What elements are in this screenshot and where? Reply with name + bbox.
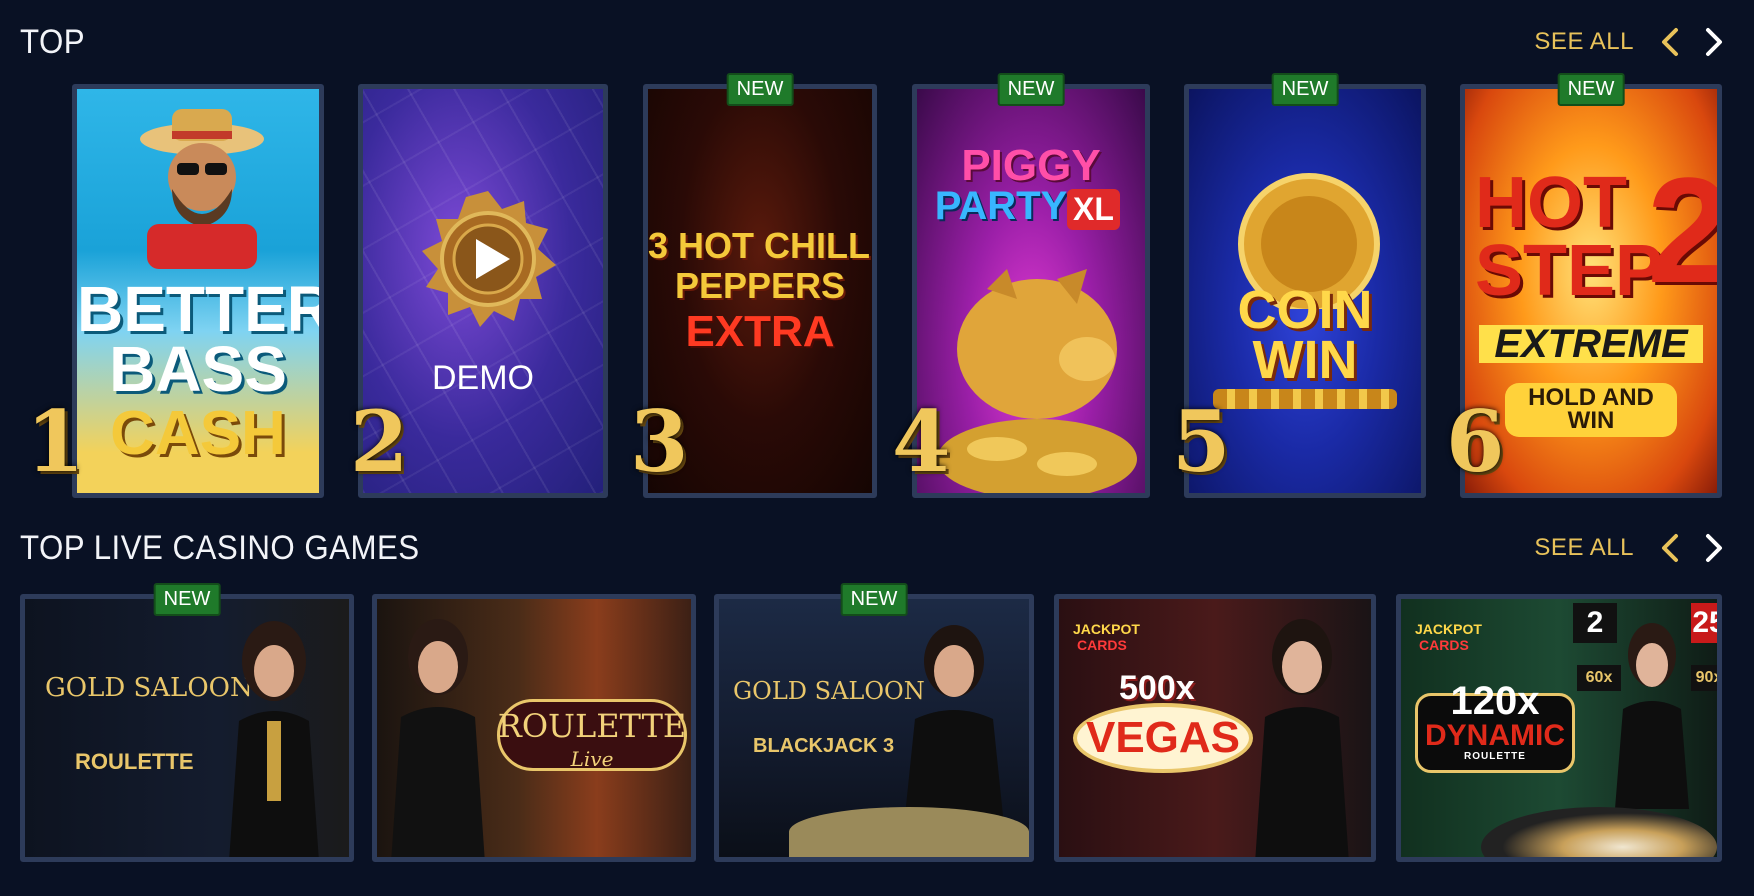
see-all-link-top[interactable]: SEE ALL [1534, 28, 1634, 56]
logo-line: WIN [1252, 330, 1358, 390]
logo-line: ROULETTE [1464, 751, 1526, 762]
logo-line: DYNAMIC [1425, 719, 1565, 752]
live-card-gold-saloon-roulette[interactable]: NEW GOLD SALOON ROULETTE [20, 583, 354, 862]
rank-number: 4 [892, 392, 951, 491]
logo-line: JACKPOT [1073, 621, 1140, 637]
logo-line: ROULETTE [497, 707, 687, 745]
logo-line: JACKPOT [1415, 621, 1482, 637]
logo-line: BASS [109, 333, 287, 405]
logo-line: 120x [1450, 679, 1540, 723]
live-card-vegas-500x[interactable]: JACKPOT CARDS 500x VEGAS [1054, 594, 1376, 862]
fisherman-illustration [140, 109, 264, 269]
blackjack-table [789, 807, 1029, 857]
logo-line: STEP [1475, 231, 1664, 311]
new-badge: NEW [997, 73, 1065, 106]
game-artwork: JACKPOT CARDS 500x VEGAS [1059, 599, 1371, 857]
game-artwork: ROULETTE Live [377, 599, 691, 857]
dealer-illustration [1255, 619, 1349, 857]
logo-line: HOT [1475, 163, 1627, 243]
play-icon[interactable] [418, 189, 558, 329]
next-arrow-top[interactable] [1696, 24, 1732, 60]
coin-stack-decoration [1213, 389, 1397, 409]
logo-line: XL [1067, 189, 1120, 230]
new-badge: NEW [153, 583, 221, 616]
prev-arrow-top[interactable] [1652, 24, 1688, 60]
prev-arrow-live[interactable] [1652, 530, 1688, 566]
logo-line: PIGGY [961, 141, 1101, 190]
game-artwork: GOLD SALOON ROULETTE [25, 599, 349, 857]
logo-line: ROULETTE [75, 749, 194, 774]
logo-line: Live [570, 747, 614, 771]
next-arrow-live[interactable] [1696, 530, 1732, 566]
logo-line: BLACKJACK 3 [753, 735, 895, 757]
top-section-actions: SEE ALL [1534, 24, 1732, 60]
see-all-link-live[interactable]: SEE ALL [1534, 534, 1634, 562]
rank-number: 3 [630, 392, 689, 491]
logo-line: CASH [110, 399, 286, 468]
new-badge: NEW [1557, 73, 1625, 106]
dealer-illustration [391, 619, 485, 857]
rank-number: 1 [26, 392, 85, 491]
rank-number: 6 [1446, 392, 1505, 491]
game-card-better-bass-cash[interactable]: BETTER BASS CASH [72, 84, 324, 498]
rank-number: 5 [1172, 392, 1231, 491]
logo-line: 3 HOT CHILLI [648, 225, 872, 266]
logo-line: EXTREME [1479, 324, 1703, 364]
logo-line: CARDS [1077, 637, 1127, 653]
section-title-top: TOP [20, 22, 86, 61]
dealer-illustration [229, 621, 319, 857]
chevron-left-icon [1662, 28, 1678, 56]
rank-number: 2 [350, 392, 409, 491]
game-artwork: PIGGY PARTY XL [917, 89, 1145, 493]
chevron-right-icon [1706, 28, 1722, 56]
game-artwork: JACKPOT CARDS 120x DYNAMIC ROULETTE 2 60… [1401, 599, 1717, 857]
live-card-gold-saloon-blackjack[interactable]: NEW GOLD SALOON BLACKJACK 3 [714, 583, 1034, 862]
new-badge: NEW [840, 583, 908, 616]
new-badge: NEW [726, 73, 794, 106]
logo-line: BETTER [77, 273, 319, 345]
section-title-live: TOP LIVE CASINO GAMES [20, 528, 420, 567]
piggy-bank-illustration [937, 269, 1137, 493]
logo-line: CARDS [1419, 637, 1469, 653]
logo-line: VEGAS [1085, 713, 1241, 762]
live-card-dynamic-roulette-120x[interactable]: JACKPOT CARDS 120x DYNAMIC ROULETTE 2 60… [1396, 594, 1722, 862]
game-artwork: BETTER BASS CASH [77, 89, 319, 493]
logo-line: PEPPERS [674, 265, 846, 306]
logo-line: EXTRA [685, 307, 835, 356]
game-artwork: GOLD SALOON BLACKJACK 3 [719, 599, 1029, 857]
live-section-header: TOP LIVE CASINO GAMES SEE ALL [20, 528, 1732, 568]
live-card-roulette-live[interactable]: ROULETTE Live [372, 594, 696, 862]
chevron-left-icon [1662, 534, 1678, 562]
logo-line: COIN [1237, 280, 1373, 340]
logo-line: HOLD AND WIN [1505, 383, 1677, 437]
logo-line: 2 [1647, 146, 1717, 314]
top-section-header: TOP SEE ALL [20, 22, 1732, 62]
live-section-actions: SEE ALL [1534, 530, 1732, 566]
chevron-right-icon [1706, 534, 1722, 562]
new-badge: NEW [1271, 73, 1339, 106]
